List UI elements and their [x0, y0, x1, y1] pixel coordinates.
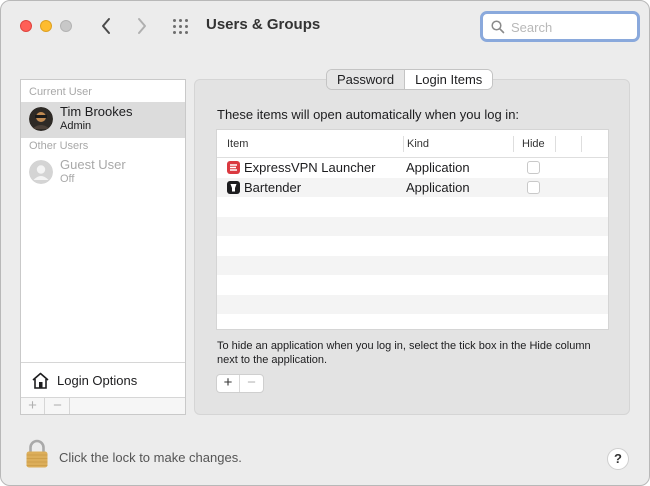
forward-button[interactable] [131, 14, 153, 38]
minimize-window-button[interactable] [40, 20, 52, 32]
remove-login-item-button[interactable]: − [240, 375, 263, 392]
avatar [29, 107, 53, 131]
tab-login-items[interactable]: Login Items [405, 70, 493, 89]
current-user-label: Current User [29, 86, 92, 98]
window-title: Users & Groups [206, 16, 321, 33]
search-input[interactable] [511, 17, 631, 37]
guest-user-icon [29, 160, 53, 184]
tab-bar: Password Login Items [326, 69, 494, 90]
expressvpn-icon [227, 161, 240, 174]
login-options-label: Login Options [57, 373, 138, 388]
user-role: Off [60, 173, 75, 185]
help-button[interactable]: ? [607, 448, 629, 470]
item-kind: Application [406, 160, 470, 175]
avatar [29, 160, 53, 184]
sidebar-actions: + − [21, 397, 185, 414]
titlebar: Users & Groups [1, 1, 649, 53]
empty-row [217, 294, 608, 314]
user-name: Guest User [60, 157, 126, 172]
user-row-tim-brookes[interactable]: Tim Brookes Admin [21, 102, 185, 138]
hide-checkbox[interactable] [527, 180, 540, 194]
users-sidebar: Current User Tim Brookes Admin Other Use… [20, 79, 186, 415]
empty-row [217, 255, 608, 275]
column-divider [403, 136, 404, 152]
item-name: Bartender [244, 179, 302, 195]
user-role: Admin [60, 120, 92, 132]
table-row[interactable]: ExpressVPN Launcher Application [217, 158, 608, 178]
login-options-button[interactable]: Login Options [21, 362, 185, 398]
item-kind: Application [406, 179, 470, 195]
zoom-window-button[interactable] [60, 20, 72, 32]
add-user-button[interactable]: + [21, 398, 45, 414]
login-items-intro: These items will open automatically when… [217, 107, 520, 122]
column-divider [581, 136, 582, 152]
column-kind[interactable]: Kind [407, 138, 429, 150]
column-divider [513, 136, 514, 152]
column-divider [555, 136, 556, 152]
empty-row [217, 236, 608, 256]
user-row-guest-user[interactable]: Guest User Off [21, 155, 185, 191]
user-name: Tim Brookes [60, 104, 133, 119]
close-window-button[interactable] [20, 20, 32, 32]
chevron-left-icon [102, 18, 110, 34]
back-button[interactable] [95, 14, 117, 38]
search-field[interactable] [480, 11, 640, 42]
empty-row [217, 197, 608, 217]
hide-checkbox[interactable] [527, 161, 540, 174]
empty-row [217, 275, 608, 295]
login-items-add-remove: + − [216, 374, 264, 393]
system-preferences-window: Users & Groups Current User Tim Brookes … [0, 0, 650, 486]
table-row[interactable]: Bartender Application [217, 177, 608, 197]
login-items-table: Item Kind Hide ExpressVPN Launcher Appli… [216, 129, 609, 330]
table-header: Item Kind Hide [217, 130, 608, 158]
lock-message: Click the lock to make changes. [59, 450, 242, 465]
house-icon [32, 372, 49, 389]
column-hide[interactable]: Hide [522, 138, 545, 150]
search-icon [491, 20, 505, 34]
other-users-label: Other Users [29, 140, 89, 152]
show-all-grid-button[interactable] [171, 17, 191, 37]
tab-password[interactable]: Password [327, 70, 406, 89]
chevron-right-icon [138, 18, 146, 34]
add-login-item-button[interactable]: + [217, 375, 240, 392]
empty-row [217, 216, 608, 236]
remove-user-button[interactable]: − [46, 398, 70, 414]
column-item[interactable]: Item [227, 138, 248, 150]
lock-icon[interactable] [25, 439, 49, 469]
item-name: ExpressVPN Launcher [244, 160, 376, 175]
hide-hint-text: To hide an application when you log in, … [217, 340, 591, 366]
user-photo-icon [29, 107, 53, 131]
bartender-icon [227, 180, 240, 194]
